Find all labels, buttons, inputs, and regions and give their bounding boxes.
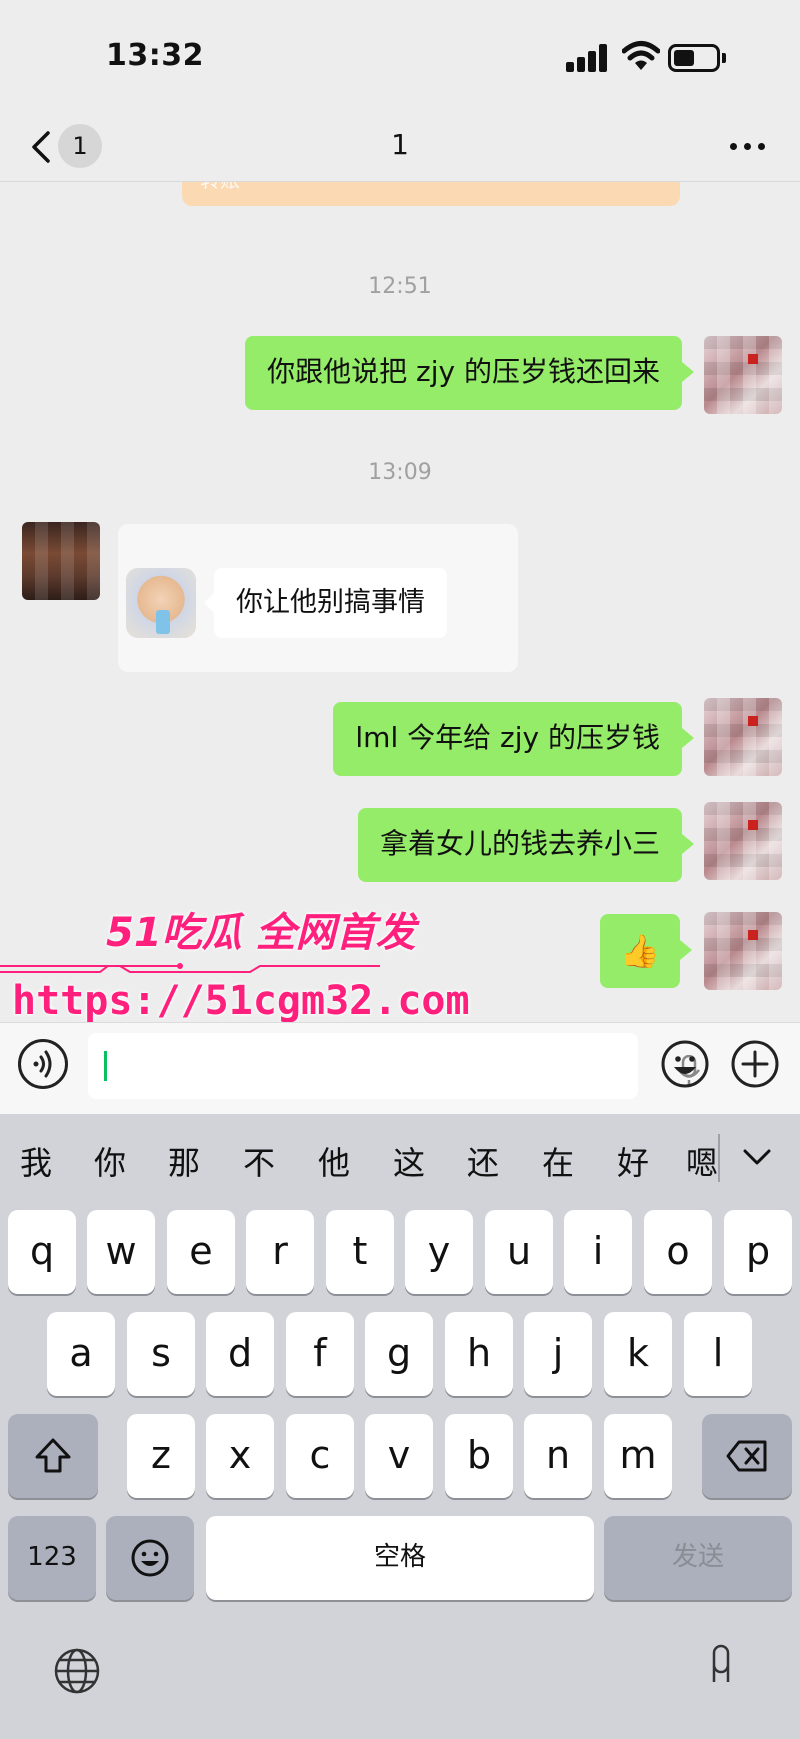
- chat-title: 1: [391, 128, 409, 161]
- self-avatar[interactable]: [704, 802, 782, 880]
- key-n[interactable]: n: [524, 1414, 592, 1498]
- voice-wave-icon: [33, 1050, 52, 1078]
- received-message[interactable]: 你让他别搞事情: [204, 568, 447, 638]
- key-r[interactable]: r: [246, 1210, 314, 1294]
- self-avatar[interactable]: [704, 698, 782, 776]
- key-v[interactable]: v: [365, 1414, 433, 1498]
- shift-key[interactable]: [8, 1414, 98, 1498]
- message-list[interactable]: 转账 12:51 你跟他说把 zjy 的压岁钱还回来 13:09 你让他别搞事情…: [0, 182, 800, 1022]
- candidate-word[interactable]: 还: [467, 1138, 499, 1184]
- forwarded-message-card[interactable]: 你让他别搞事情: [118, 524, 518, 672]
- key-e[interactable]: e: [167, 1210, 235, 1294]
- emoji-icon[interactable]: [660, 1039, 710, 1089]
- backspace-icon: [726, 1440, 767, 1472]
- chat-header: 1 1: [0, 110, 800, 182]
- key-o[interactable]: o: [644, 1210, 712, 1294]
- plus-icon[interactable]: [730, 1039, 780, 1089]
- contact-avatar[interactable]: [22, 522, 100, 600]
- sent-message[interactable]: 你跟他说把 zjy 的压岁钱还回来: [245, 336, 694, 410]
- numbers-key[interactable]: 123: [8, 1516, 96, 1600]
- key-f[interactable]: f: [286, 1312, 354, 1396]
- sticker-image: [126, 568, 196, 638]
- message-input[interactable]: [88, 1033, 700, 1099]
- key-j[interactable]: j: [524, 1312, 592, 1396]
- key-z[interactable]: z: [127, 1414, 195, 1498]
- key-i[interactable]: i: [564, 1210, 632, 1294]
- key-y[interactable]: y: [405, 1210, 473, 1294]
- space-key[interactable]: 空格: [206, 1516, 594, 1600]
- candidate-bar: 我 你 那 不 他 这 还 在 好 嗯: [0, 1114, 800, 1206]
- text-caret: [104, 1051, 107, 1081]
- sent-message[interactable]: lml 今年给 zjy 的压岁钱: [333, 702, 694, 776]
- key-m[interactable]: m: [604, 1414, 672, 1498]
- key-t[interactable]: t: [326, 1210, 394, 1294]
- key-s[interactable]: s: [127, 1312, 195, 1396]
- backspace-key[interactable]: [702, 1414, 792, 1498]
- dictation-mic-icon[interactable]: [708, 1644, 734, 1684]
- sent-message[interactable]: 拿着女儿的钱去养小三: [357, 808, 695, 882]
- emoji-face-icon: [131, 1539, 169, 1577]
- key-l[interactable]: l: [684, 1312, 752, 1396]
- key-q[interactable]: q: [8, 1210, 76, 1294]
- send-key[interactable]: 发送: [604, 1516, 792, 1600]
- emoji-key[interactable]: [106, 1516, 194, 1600]
- key-h[interactable]: h: [445, 1312, 513, 1396]
- globe-icon[interactable]: [52, 1646, 102, 1696]
- battery-icon: [668, 44, 726, 72]
- key-w[interactable]: w: [87, 1210, 155, 1294]
- key-b[interactable]: b: [445, 1414, 513, 1498]
- key-d[interactable]: d: [206, 1312, 274, 1396]
- input-bar: [0, 1022, 800, 1114]
- more-options-icon[interactable]: [728, 140, 768, 152]
- cellular-signal-icon: [566, 44, 608, 72]
- candidate-word[interactable]: 他: [318, 1138, 350, 1184]
- thumbs-up-message[interactable]: 👍: [600, 914, 692, 988]
- candidate-word[interactable]: 这: [393, 1138, 425, 1184]
- key-k[interactable]: k: [604, 1312, 672, 1396]
- status-time: 13:32: [106, 38, 204, 73]
- key-g[interactable]: g: [365, 1312, 433, 1396]
- candidate-word[interactable]: 在: [542, 1138, 574, 1184]
- status-bar: 13:32: [0, 0, 800, 110]
- candidate-divider: [718, 1134, 720, 1182]
- transfer-label: 转账: [200, 182, 240, 193]
- candidate-word[interactable]: 好: [617, 1138, 649, 1184]
- transfer-card[interactable]: 转账: [182, 182, 680, 206]
- timestamp: 12:51: [368, 274, 432, 299]
- key-x[interactable]: x: [206, 1414, 274, 1498]
- chevron-down-icon[interactable]: [742, 1146, 772, 1168]
- voice-input-button[interactable]: [18, 1039, 68, 1089]
- self-avatar[interactable]: [704, 336, 782, 414]
- wifi-icon: [622, 41, 660, 70]
- key-u[interactable]: u: [485, 1210, 553, 1294]
- key-c[interactable]: c: [286, 1414, 354, 1498]
- candidate-word[interactable]: 不: [243, 1138, 275, 1184]
- candidate-word[interactable]: 我: [20, 1138, 52, 1184]
- key-a[interactable]: a: [47, 1312, 115, 1396]
- key-p[interactable]: p: [724, 1210, 792, 1294]
- timestamp: 13:09: [368, 460, 432, 485]
- candidate-word[interactable]: 你: [94, 1138, 126, 1184]
- shift-arrow-icon: [35, 1438, 71, 1473]
- keyboard: 我 你 那 不 他 这 还 在 好 嗯 q w e r t y u i o p …: [0, 1114, 800, 1739]
- self-avatar[interactable]: [704, 912, 782, 990]
- candidate-word[interactable]: 那: [168, 1138, 200, 1184]
- candidate-word[interactable]: 嗯: [686, 1138, 718, 1184]
